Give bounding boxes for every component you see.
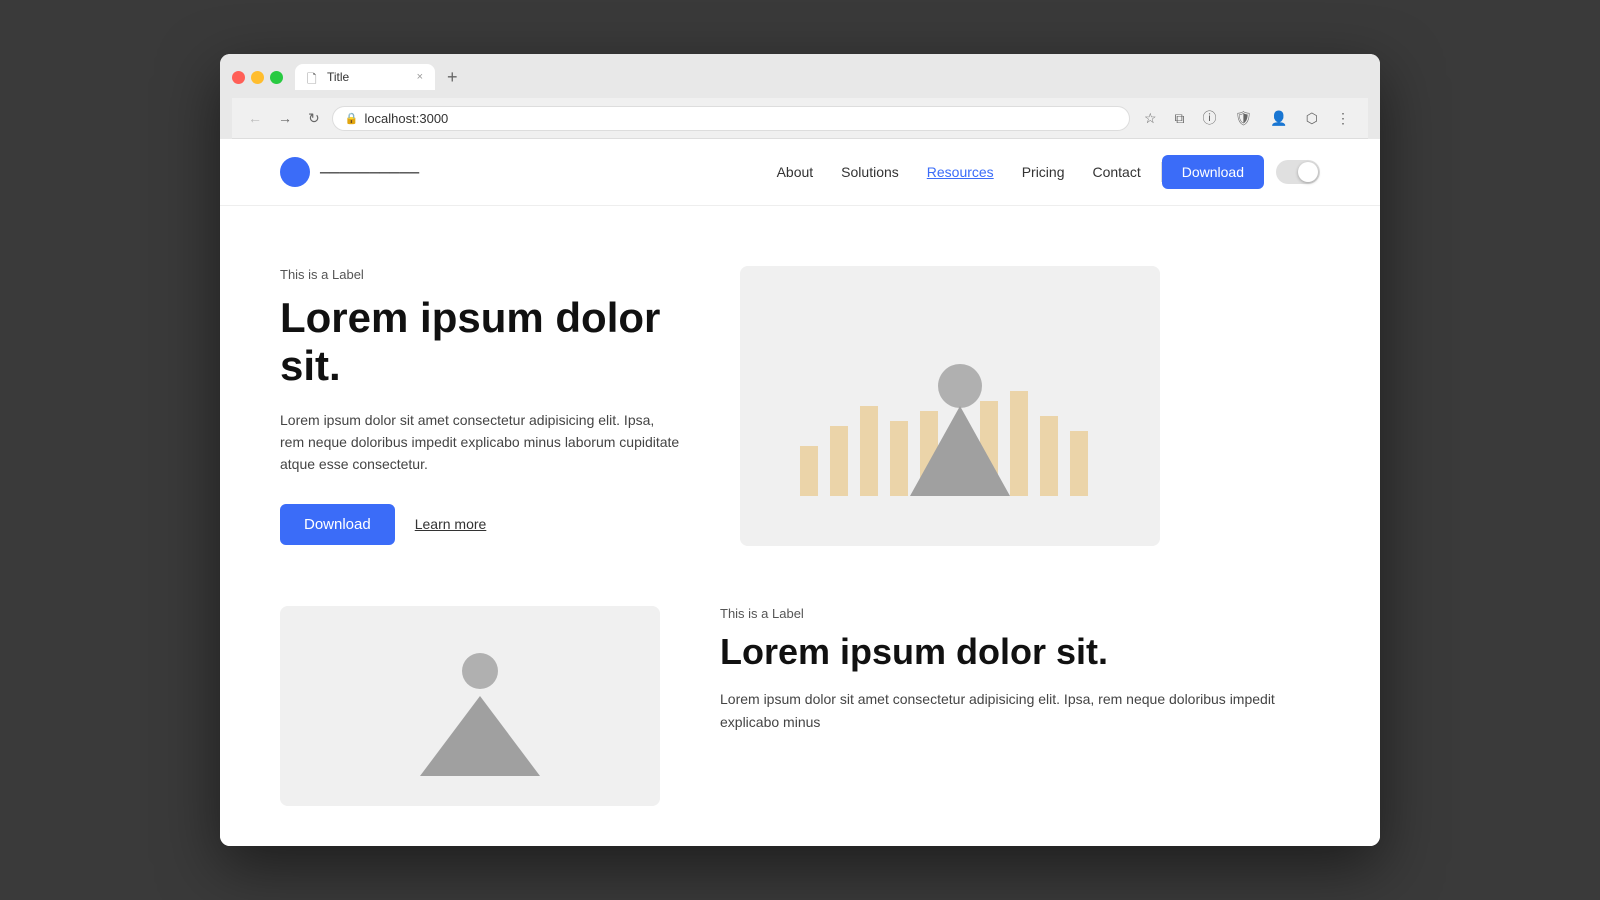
info-icon[interactable]: ⓘ (1197, 104, 1223, 132)
navbar: ────────── About Solutions Resources Pri… (220, 139, 1380, 206)
browser-window: 🗋 Title × + ← → ↻ 🔒 localhost:3000 ☆ ⧉ ⓘ… (220, 54, 1380, 846)
logo-text: ────────── (320, 164, 419, 180)
nav-download-button[interactable]: Download (1162, 155, 1264, 189)
close-button[interactable] (232, 71, 245, 84)
nav-links: About Solutions Resources Pricing Contac… (777, 164, 1141, 180)
second-image-placeholder (280, 606, 660, 806)
browser-titlebar: 🗋 Title × + (232, 64, 1368, 90)
browser-toolbar: ← → ↻ 🔒 localhost:3000 ☆ ⧉ ⓘ 🛡 👤 ⬡ ⋮ (232, 98, 1368, 139)
tab-title: Title (327, 70, 349, 84)
nav-link-contact[interactable]: Contact (1092, 164, 1140, 180)
active-tab[interactable]: 🗋 Title × (295, 64, 435, 90)
hero-content: This is a Label Lorem ipsum dolor sit. L… (280, 267, 680, 545)
nav-link-pricing[interactable]: Pricing (1022, 164, 1065, 180)
nav-link-solutions[interactable]: Solutions (841, 164, 899, 180)
hero-learn-more-link[interactable]: Learn more (415, 516, 487, 532)
website-content: ────────── About Solutions Resources Pri… (220, 139, 1380, 846)
profile-icon[interactable]: 👤 (1264, 106, 1293, 131)
second-description: Lorem ipsum dolor sit amet consectetur a… (720, 688, 1320, 733)
forward-button[interactable]: → (274, 106, 296, 130)
menu-icon[interactable]: ⋮ (1330, 106, 1356, 131)
logo-circle (280, 157, 310, 187)
tab-close-icon[interactable]: × (417, 71, 423, 83)
minimize-button[interactable] (251, 71, 264, 84)
second-title: Lorem ipsum dolor sit. (720, 631, 1320, 672)
logo-area: ────────── (280, 157, 419, 187)
address-bar[interactable]: 🔒 localhost:3000 (332, 106, 1130, 131)
url-display: localhost:3000 (364, 111, 448, 126)
traffic-lights (232, 71, 283, 84)
refresh-button[interactable]: ↻ (304, 106, 324, 131)
hero-image-placeholder (740, 266, 1160, 546)
bookmark-icon[interactable]: ☆ (1138, 106, 1163, 131)
tab-favicon-icon: 🗋 (307, 70, 321, 84)
nav-link-resources[interactable]: Resources (927, 164, 994, 180)
hero-download-button[interactable]: Download (280, 504, 395, 545)
hero-label: This is a Label (280, 267, 680, 282)
second-section: This is a Label Lorem ipsum dolor sit. L… (220, 586, 1380, 846)
second-label: This is a Label (720, 606, 1320, 621)
hero-section: This is a Label Lorem ipsum dolor sit. L… (220, 206, 1380, 586)
extensions2-icon[interactable]: ⬡ (1300, 106, 1324, 131)
hero-actions: Download Learn more (280, 504, 680, 545)
theme-toggle[interactable] (1276, 160, 1320, 184)
nav-link-about[interactable]: About (777, 164, 814, 180)
browser-chrome: 🗋 Title × + ← → ↻ 🔒 localhost:3000 ☆ ⧉ ⓘ… (220, 54, 1380, 139)
extensions-icon[interactable]: ⧉ (1169, 106, 1191, 131)
hero-title: Lorem ipsum dolor sit. (280, 294, 680, 391)
shield-icon[interactable]: 🛡 (1229, 106, 1259, 131)
tab-bar: 🗋 Title × + (295, 64, 1368, 90)
lock-icon: 🔒 (345, 112, 359, 125)
back-button[interactable]: ← (244, 106, 266, 130)
toolbar-actions: ☆ ⧉ ⓘ 🛡 👤 ⬡ ⋮ (1138, 104, 1356, 132)
maximize-button[interactable] (270, 71, 283, 84)
new-tab-button[interactable]: + (439, 64, 466, 90)
hero-description: Lorem ipsum dolor sit amet consectetur a… (280, 409, 680, 476)
second-content: This is a Label Lorem ipsum dolor sit. L… (720, 606, 1320, 733)
